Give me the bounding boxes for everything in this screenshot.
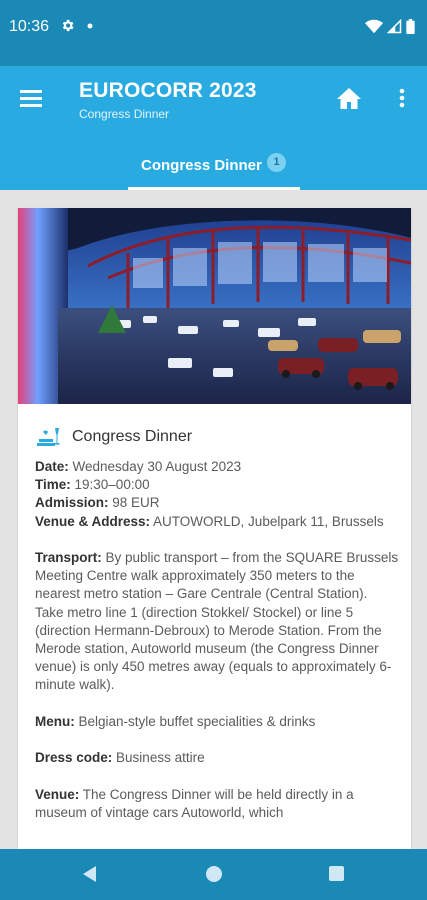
dinner-cheers-icon xyxy=(37,428,60,446)
status-right-icons xyxy=(365,19,415,34)
venue-value: The Congress Dinner will be held directl… xyxy=(35,786,354,820)
home-icon[interactable] xyxy=(336,86,362,110)
status-bar: 10:36 xyxy=(0,0,427,66)
time-value: 19:30–00:00 xyxy=(70,477,150,493)
menu-value: Belgian-style buffet specialities & drin… xyxy=(74,713,316,729)
venue-address-label: Venue & Address: xyxy=(35,513,151,529)
wifi-icon xyxy=(365,19,383,34)
venue-paragraph: Venue: The Congress Dinner will be held … xyxy=(35,786,399,822)
gear-icon xyxy=(62,19,74,32)
dress-code-label: Dress code: xyxy=(35,750,113,766)
signal-icon xyxy=(387,19,402,34)
venue-address-row: Venue & Address: AUTOWORLD, Jubelpark 11… xyxy=(35,513,399,531)
dress-code-row: Dress code: Business attire xyxy=(35,749,399,767)
battery-icon xyxy=(406,19,415,34)
section-header: Congress Dinner xyxy=(36,426,192,448)
transport-label: Transport: xyxy=(35,550,102,565)
status-left-icons xyxy=(60,18,93,33)
venue-label: Venue: xyxy=(35,786,80,802)
event-photo xyxy=(18,208,411,404)
date-row: Date: Wednesday 30 August 2023 xyxy=(35,458,399,476)
event-card: Congress Dinner Date: Wednesday 30 Augus… xyxy=(18,208,411,868)
admission-row: Admission: 98 EUR xyxy=(35,494,399,512)
dot-icon xyxy=(87,23,93,28)
event-details: Date: Wednesday 30 August 2023 Time: 19:… xyxy=(35,458,399,822)
home-circle-icon[interactable] xyxy=(206,866,222,882)
time-row: Time: 19:30–00:00 xyxy=(35,476,399,494)
dress-code-value: Business attire xyxy=(112,750,205,766)
menu-icon[interactable] xyxy=(18,86,46,110)
app-subtitle: Congress Dinner xyxy=(79,107,170,121)
admission-value: 98 EUR xyxy=(108,495,160,511)
more-vert-icon[interactable] xyxy=(392,86,412,110)
tab-congress-dinner[interactable]: Congress Dinner 1 xyxy=(128,146,300,190)
status-time: 10:36 xyxy=(9,18,50,35)
tab-badge: 1 xyxy=(267,153,286,172)
tab-indicator xyxy=(128,187,300,190)
admission-label: Admission: xyxy=(35,495,109,511)
date-value: Wednesday 30 August 2023 xyxy=(68,459,242,474)
tab-label: Congress Dinner xyxy=(141,157,262,174)
system-nav-bar xyxy=(0,849,427,900)
transport-paragraph: Transport: By public transport – from th… xyxy=(35,549,399,695)
app-title: EUROCORR 2023 xyxy=(79,79,257,102)
transport-value: By public transport – from the SQUARE Br… xyxy=(35,550,399,693)
menu-row: Menu: Belgian-style buffet specialities … xyxy=(35,713,399,731)
recent-apps-icon[interactable] xyxy=(329,866,344,881)
date-label: Date: xyxy=(35,459,69,474)
back-icon[interactable] xyxy=(82,865,98,883)
section-title: Congress Dinner xyxy=(72,428,193,445)
menu-label: Menu: xyxy=(35,713,75,729)
app-bar: EUROCORR 2023 Congress Dinner Congress D… xyxy=(0,66,427,190)
time-label: Time: xyxy=(35,477,71,493)
venue-address-value: AUTOWORLD, Jubelpark 11, Brussels xyxy=(150,513,384,529)
